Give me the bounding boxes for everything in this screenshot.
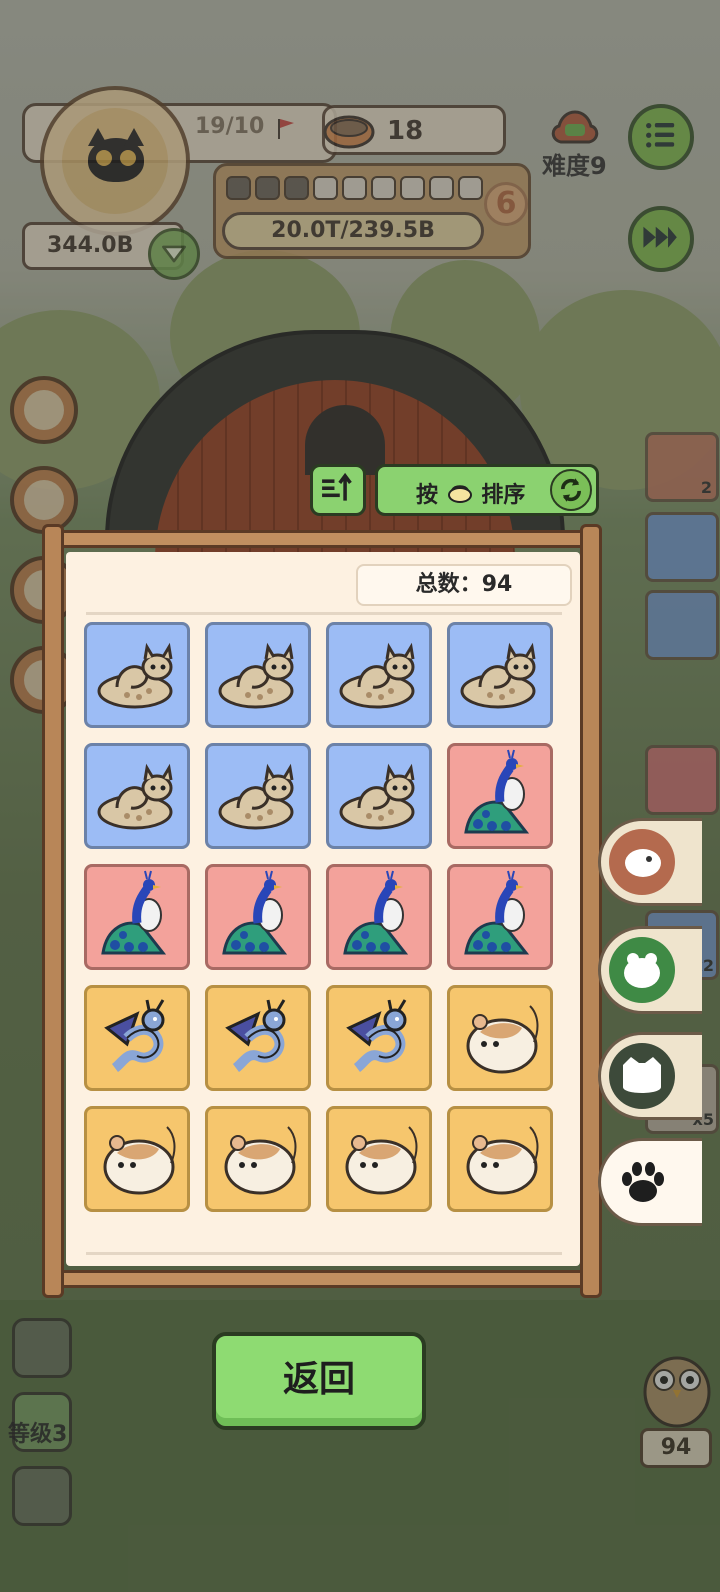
frog-icon <box>609 937 675 1003</box>
divider <box>86 1252 562 1255</box>
frame-rail-bottom <box>52 1270 592 1288</box>
dragon-icon <box>225 999 286 1072</box>
sort-order-icon <box>322 472 352 501</box>
collection-item-peacock[interactable] <box>326 864 432 970</box>
frame-rail-top <box>52 530 592 548</box>
paw-icon <box>609 1149 675 1215</box>
cat-icon <box>460 642 536 709</box>
hamster-icon <box>466 1005 539 1074</box>
tab-bird[interactable] <box>598 818 702 906</box>
peacock-icon <box>464 870 530 955</box>
collection-paper: 总数：94 <box>66 552 580 1266</box>
sort-label: 按 排序 <box>416 477 525 509</box>
collection-item-cat[interactable] <box>326 622 432 728</box>
frame-post-left <box>42 524 64 1298</box>
peacock-icon <box>464 749 530 834</box>
divider <box>86 612 562 615</box>
collection-item-cat[interactable] <box>205 622 311 728</box>
back-button[interactable]: 返回 <box>212 1332 426 1430</box>
hamster-icon <box>466 1126 539 1195</box>
collection-item-cat[interactable] <box>447 622 553 728</box>
collection-item-peacock[interactable] <box>84 864 190 970</box>
cat-icon <box>339 763 415 830</box>
cat-icon <box>339 642 415 709</box>
sort-prefix: 按 <box>416 483 439 508</box>
collection-item-cat[interactable] <box>84 622 190 728</box>
cat-icon <box>218 642 294 709</box>
dragon-icon <box>346 999 407 1072</box>
hamster-icon <box>103 1126 176 1195</box>
peacock-icon <box>101 870 167 955</box>
collection-item-cat[interactable] <box>326 743 432 849</box>
collection-item-dragon[interactable] <box>84 985 190 1091</box>
tab-frog[interactable] <box>598 926 702 1014</box>
dragon-icon <box>104 999 165 1072</box>
sort-suffix: 排序 <box>481 483 526 508</box>
total-label: 总数： <box>415 572 482 597</box>
collection-item-peacock[interactable] <box>447 864 553 970</box>
refresh-icon[interactable] <box>550 469 592 511</box>
collection-item-dragon[interactable] <box>326 985 432 1091</box>
cat-icon <box>97 642 173 709</box>
collection-item-peacock[interactable] <box>447 743 553 849</box>
animal-type-icon <box>447 485 472 503</box>
cat-head-icon <box>609 1043 675 1109</box>
collection-grid <box>84 622 553 1212</box>
collection-item-peacock[interactable] <box>205 864 311 970</box>
peacock-icon <box>343 870 409 955</box>
peacock-icon <box>222 870 288 955</box>
collection-item-cat[interactable] <box>205 743 311 849</box>
game-scene: 19/10 18 6 20.0T/239.5B 344.0B 难度9 2 x2 … <box>0 0 720 1592</box>
cat-icon <box>97 763 173 830</box>
collection-item-hamster[interactable] <box>326 1106 432 1212</box>
tab-paw[interactable] <box>598 1138 702 1226</box>
hamster-icon <box>224 1126 297 1195</box>
total-count: 总数：94 <box>356 564 572 606</box>
collection-item-dragon[interactable] <box>205 985 311 1091</box>
collection-item-cat[interactable] <box>84 743 190 849</box>
sort-order-button[interactable] <box>310 464 366 516</box>
collection-item-hamster[interactable] <box>447 1106 553 1212</box>
hamster-icon <box>345 1126 418 1195</box>
tab-cat-head[interactable] <box>598 1032 702 1120</box>
collection-item-hamster[interactable] <box>447 985 553 1091</box>
collection-item-hamster[interactable] <box>205 1106 311 1212</box>
collection-panel: 总数：94 <box>42 524 602 1298</box>
bird-icon <box>609 829 675 895</box>
cat-icon <box>218 763 294 830</box>
sort-mode-button[interactable]: 按 排序 <box>375 464 599 516</box>
total-value: 94 <box>481 572 513 597</box>
collection-item-hamster[interactable] <box>84 1106 190 1212</box>
